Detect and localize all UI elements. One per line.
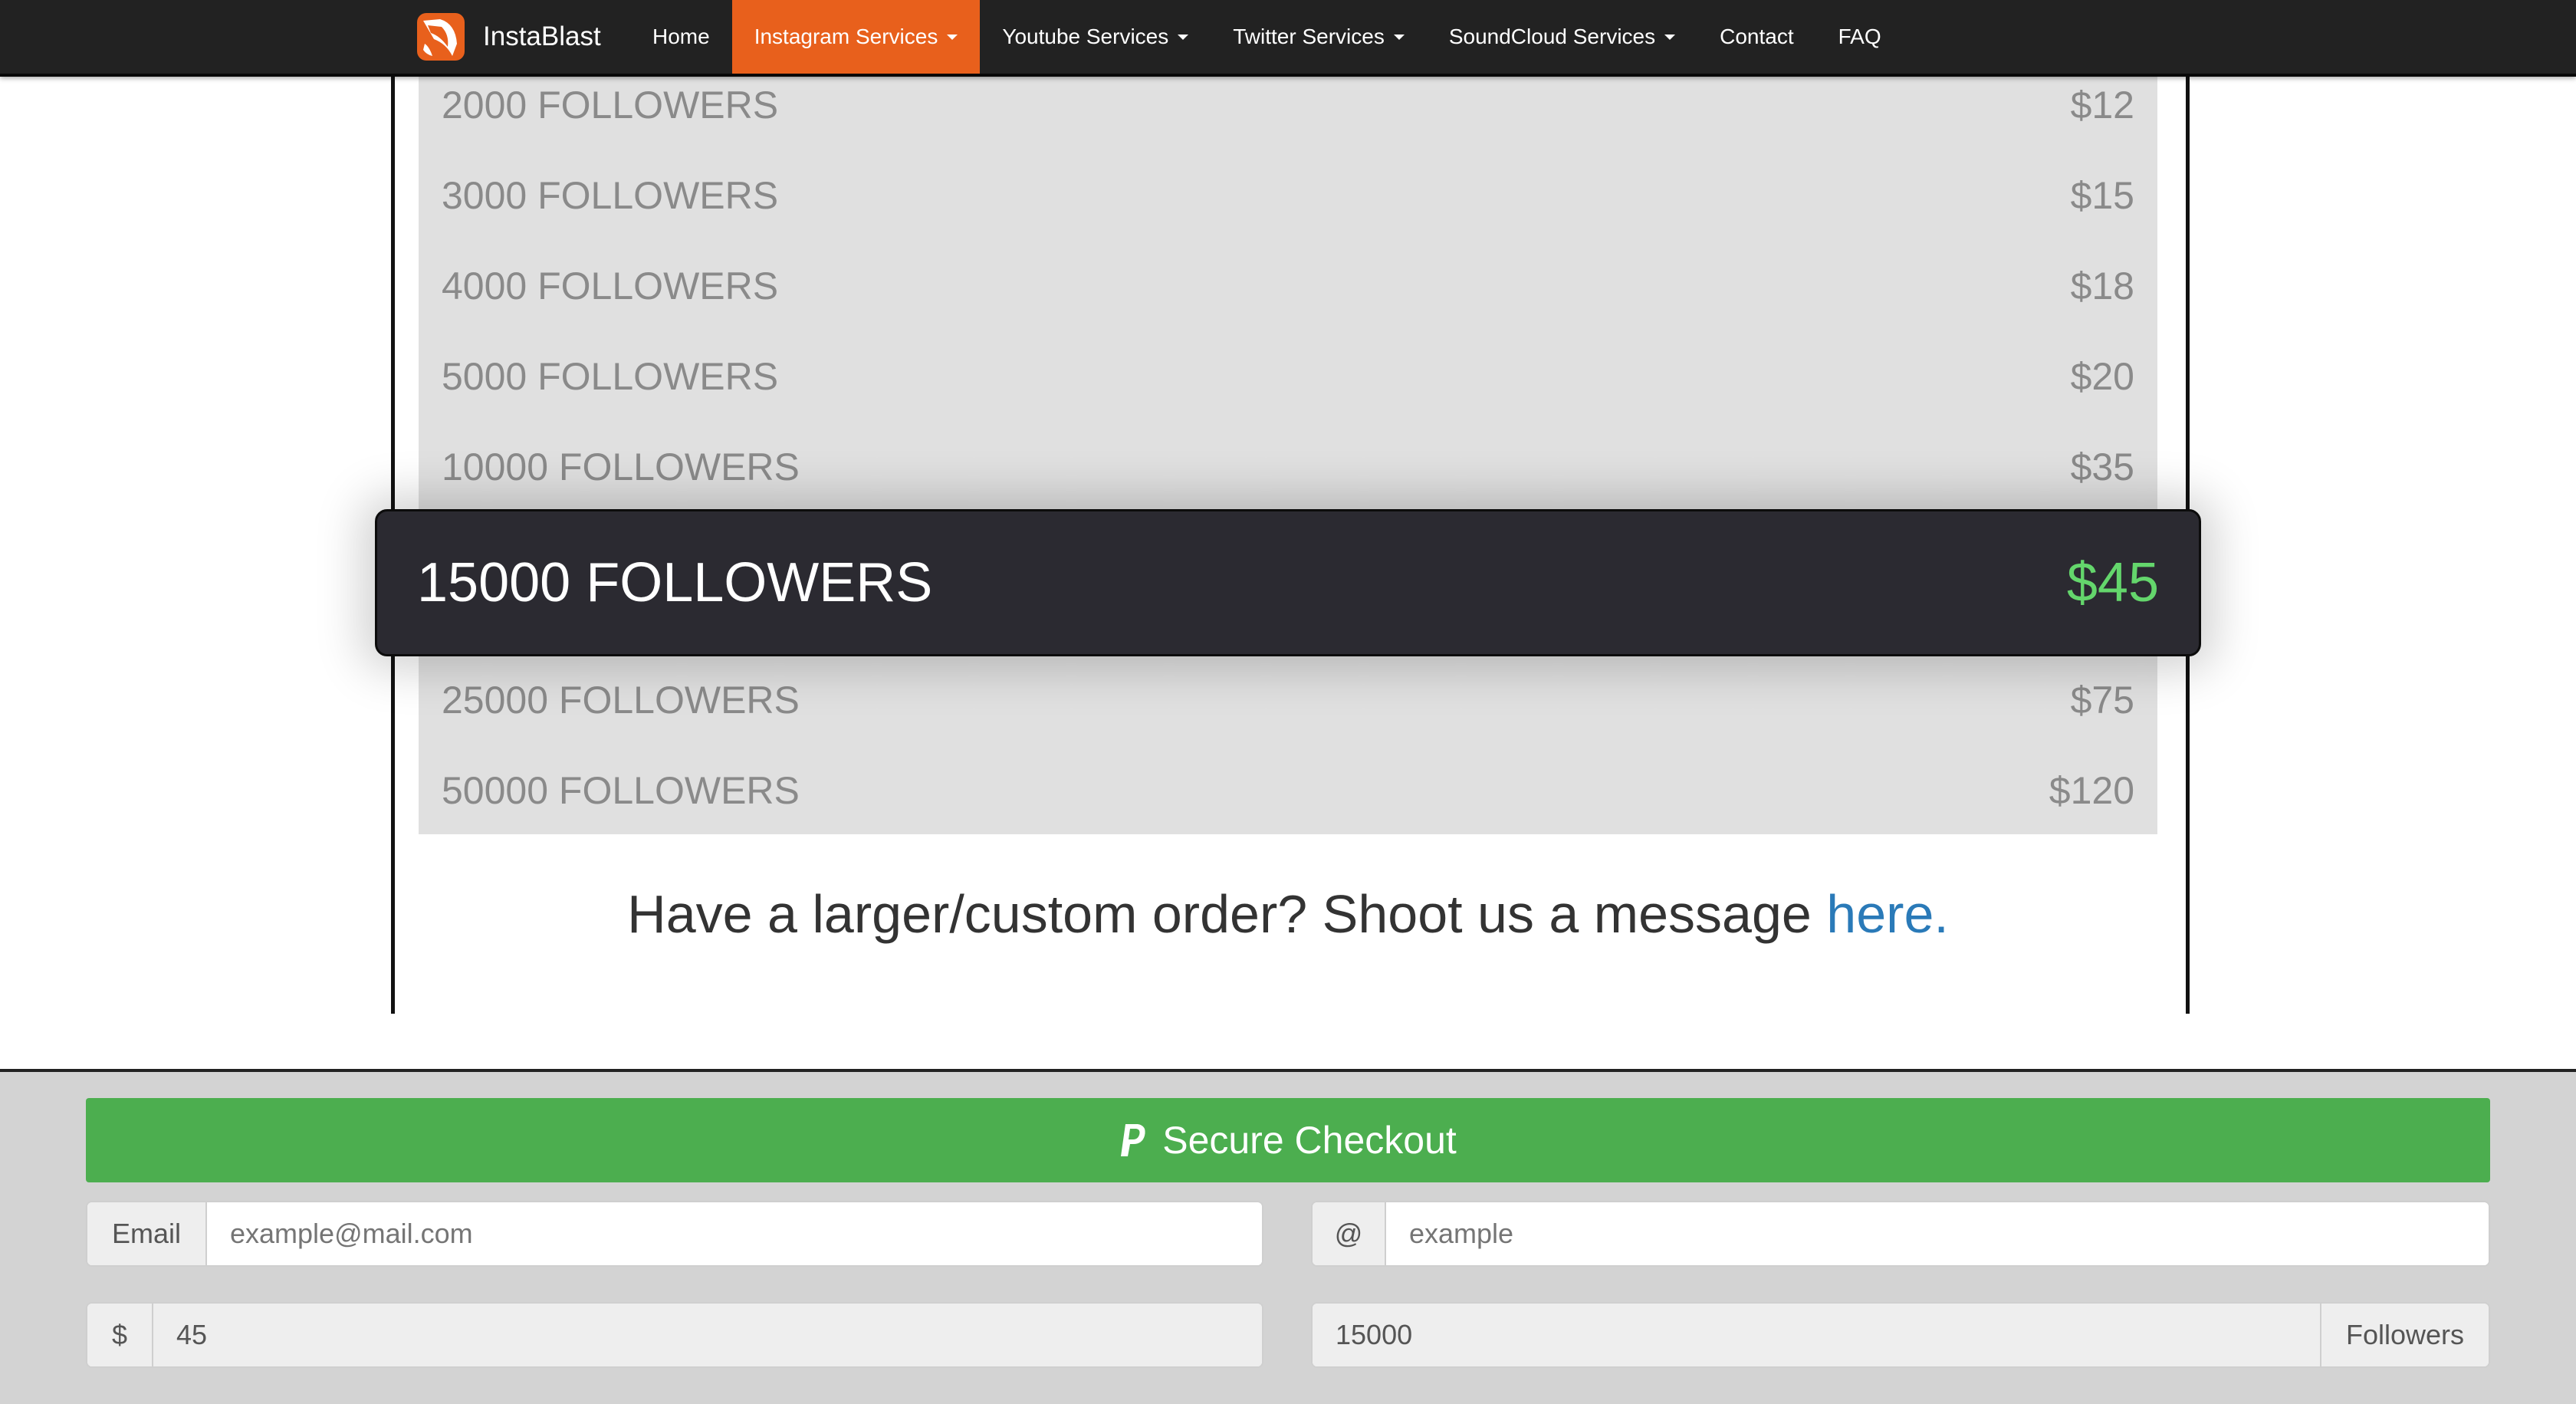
top-navbar: InstaBlast Home Instagram Services Youtu… <box>0 0 2576 77</box>
nav-home-label: Home <box>652 25 710 48</box>
email-input-group: Email <box>86 1201 1263 1267</box>
nav-youtube-label: Youtube Services <box>1002 25 1169 48</box>
paypal-icon <box>1121 1124 1145 1156</box>
at-addon: @ <box>1313 1202 1386 1265</box>
tier-row-4000[interactable]: 4000 FOLLOWERS $18 <box>419 241 2157 331</box>
dollar-addon: $ <box>87 1304 153 1366</box>
tier-price: $45 <box>2066 552 2159 613</box>
tier-quantity: 2000 FOLLOWERS <box>442 84 779 127</box>
tier-row-3000[interactable]: 3000 FOLLOWERS $15 <box>419 150 2157 241</box>
tier-price: $75 <box>2070 679 2134 722</box>
caret-down-icon <box>1178 34 1189 40</box>
nav-faq[interactable]: FAQ <box>1816 0 1904 74</box>
custom-order-link[interactable]: here. <box>1826 884 1949 944</box>
username-field[interactable] <box>1386 1202 2489 1265</box>
tier-price: $15 <box>2070 174 2134 217</box>
tier-price: $35 <box>2070 446 2134 488</box>
nav-contact[interactable]: Contact <box>1697 0 1816 74</box>
tier-row-25000[interactable]: 25000 FOLLOWERS $75 <box>419 655 2157 745</box>
secure-checkout-label: Secure Checkout <box>1162 1119 1457 1162</box>
nav-soundcloud-label: SoundCloud Services <box>1448 25 1656 48</box>
tier-quantity: 10000 FOLLOWERS <box>442 446 800 488</box>
nav-twitter-services[interactable]: Twitter Services <box>1211 0 1427 74</box>
nav-instagram-label: Instagram Services <box>754 25 938 48</box>
followers-input-group: Followers <box>1311 1302 2490 1368</box>
tier-row-50000[interactable]: 50000 FOLLOWERS $120 <box>419 745 2157 836</box>
nav-twitter-label: Twitter Services <box>1233 25 1385 48</box>
nav-instagram-services[interactable]: Instagram Services <box>731 0 981 74</box>
tier-quantity: 25000 FOLLOWERS <box>442 679 800 722</box>
nav-youtube-services[interactable]: Youtube Services <box>980 0 1211 74</box>
tier-price: $20 <box>2070 355 2134 398</box>
followers-field[interactable] <box>1313 1304 2320 1366</box>
username-input-group: @ <box>1311 1201 2490 1267</box>
nav-soundcloud-services[interactable]: SoundCloud Services <box>1427 0 1697 74</box>
email-addon: Email <box>87 1202 207 1265</box>
tier-row-10000[interactable]: 10000 FOLLOWERS $35 <box>419 422 2157 512</box>
nav-contact-label: Contact <box>1720 25 1794 48</box>
price-input-group: $ <box>86 1302 1263 1368</box>
nav-faq-label: FAQ <box>1838 25 1881 48</box>
caret-down-icon <box>1664 34 1676 40</box>
price-field[interactable] <box>153 1304 1262 1366</box>
main-nav: Home Instagram Services Youtube Services… <box>630 0 1904 74</box>
nav-home[interactable]: Home <box>630 0 732 74</box>
tier-quantity: 3000 FOLLOWERS <box>442 174 779 217</box>
brand-name: InstaBlast <box>483 21 601 51</box>
tier-price: $12 <box>2070 84 2134 127</box>
custom-order-message: Have a larger/custom order? Shoot us a m… <box>627 884 1827 944</box>
tier-quantity: 5000 FOLLOWERS <box>442 355 779 398</box>
caret-down-icon <box>1393 34 1405 40</box>
caret-down-icon <box>947 34 958 40</box>
tier-quantity: 4000 FOLLOWERS <box>442 265 779 307</box>
tier-row-selected-15000[interactable]: 15000 FOLLOWERS $45 <box>375 509 2201 656</box>
tier-quantity: 15000 FOLLOWERS <box>417 552 933 613</box>
rocket-logo-icon <box>417 13 465 61</box>
email-field[interactable] <box>207 1202 1262 1265</box>
tier-price: $120 <box>2049 769 2134 812</box>
tier-row-5000[interactable]: 5000 FOLLOWERS $20 <box>419 331 2157 422</box>
custom-order-text: Have a larger/custom order? Shoot us a m… <box>0 883 2576 945</box>
secure-checkout-button[interactable]: Secure Checkout <box>86 1098 2490 1182</box>
followers-addon: Followers <box>2320 1304 2489 1366</box>
brand[interactable]: InstaBlast <box>417 0 601 74</box>
tier-quantity: 50000 FOLLOWERS <box>442 769 800 812</box>
tier-price: $18 <box>2070 265 2134 307</box>
